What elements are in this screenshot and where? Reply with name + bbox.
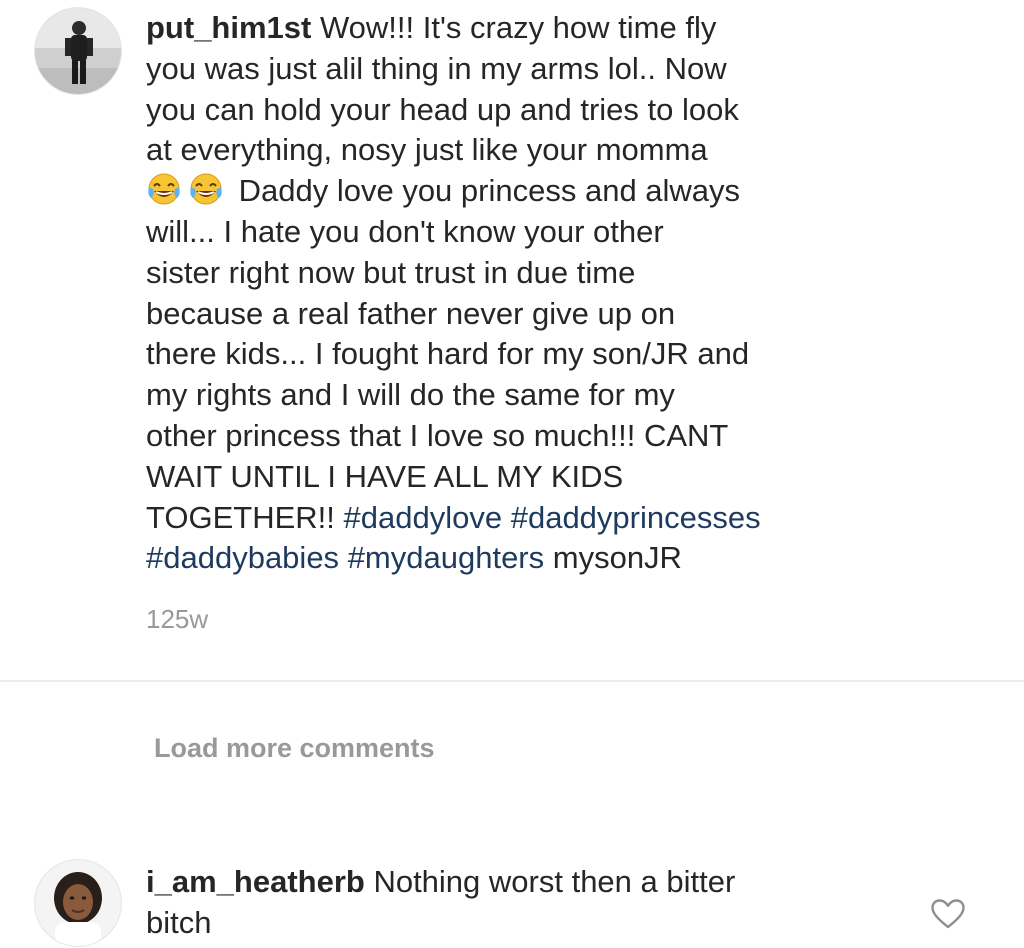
avatar[interactable]: [35, 8, 121, 94]
hashtag-link[interactable]: #daddyprincesses: [511, 500, 761, 535]
user-avatar-icon: [35, 860, 121, 946]
divider: [0, 680, 1024, 682]
user-avatar-icon: [35, 8, 121, 94]
avatar[interactable]: [35, 860, 121, 946]
comment-text-segment: [339, 540, 348, 575]
comment-text-segment: [502, 500, 511, 535]
hashtag-link[interactable]: #mydaughters: [348, 540, 544, 575]
load-more-comments-button[interactable]: Load more comments: [154, 733, 435, 764]
comment-username[interactable]: put_him1st: [146, 10, 311, 45]
comment-text-segment: Daddy love you princess and always will.…: [146, 173, 750, 535]
hashtag-link[interactable]: #daddylove: [344, 500, 503, 535]
comment-username[interactable]: i_am_heatherb: [146, 864, 365, 899]
comment-text: put_him1st Wow!!! It's crazy how time fl…: [146, 8, 1006, 579]
tears-of-joy-emoji-icon: [146, 171, 182, 207]
comment-timestamp: 125w: [146, 604, 209, 634]
comment-text: i_am_heatherb Nothing worst then a bitte…: [146, 862, 906, 944]
comment-text-segment: mysonJR: [544, 540, 682, 576]
hashtag-link[interactable]: #daddybabies: [146, 540, 339, 575]
tears-of-joy-emoji-icon: [188, 171, 224, 207]
heart-outline-icon[interactable]: [930, 898, 966, 930]
